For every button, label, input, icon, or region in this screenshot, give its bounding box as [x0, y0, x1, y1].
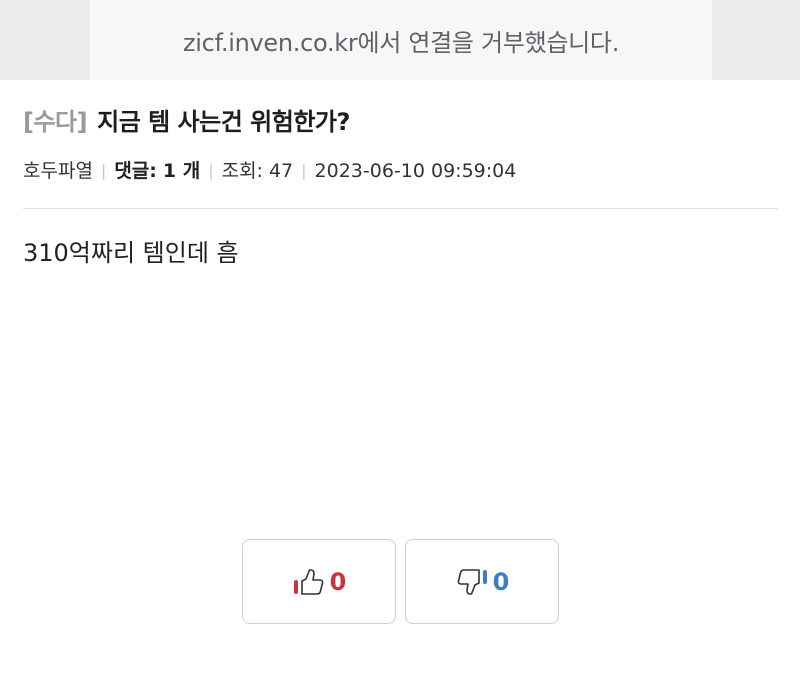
upvote-button[interactable]: 0: [242, 539, 396, 624]
downvote-button[interactable]: 0: [405, 539, 559, 624]
post-datetime: 2023-06-10 09:59:04: [314, 160, 517, 182]
views-label: 조회:: [221, 160, 263, 182]
views-count: 47: [268, 160, 294, 182]
post-header: [수다] 지금 템 사는건 위험한가?: [23, 104, 778, 140]
post-body: 310억짜리 템인데 흠: [23, 239, 239, 267]
comments-count[interactable]: 1 개: [163, 156, 200, 186]
embedded-frame-error: zicf.inven.co.kr에서 연결을 거부했습니다.: [90, 0, 712, 80]
upvote-count: 0: [329, 567, 347, 596]
post-category[interactable]: [수다]: [23, 104, 88, 140]
thumbs-up-icon: [292, 567, 326, 597]
thumbs-down-icon: [455, 567, 489, 597]
downvote-count: 0: [492, 567, 510, 596]
post-meta: 호두파열 | 댓글: 1 개 | 조회: 47 | 2023-06-10 09:…: [23, 156, 516, 186]
post-author[interactable]: 호두파열: [23, 156, 93, 186]
meta-separator: |: [208, 161, 214, 180]
post-title-row: [수다] 지금 템 사는건 위험한가?: [23, 104, 778, 140]
comments-label: 댓글:: [114, 160, 157, 182]
meta-separator: |: [100, 161, 107, 180]
meta-separator: |: [301, 161, 307, 180]
connection-refused-message: zicf.inven.co.kr에서 연결을 거부했습니다.: [182, 28, 620, 57]
post-title: 지금 템 사는건 위험한가?: [97, 108, 350, 136]
header-divider: [23, 208, 778, 209]
